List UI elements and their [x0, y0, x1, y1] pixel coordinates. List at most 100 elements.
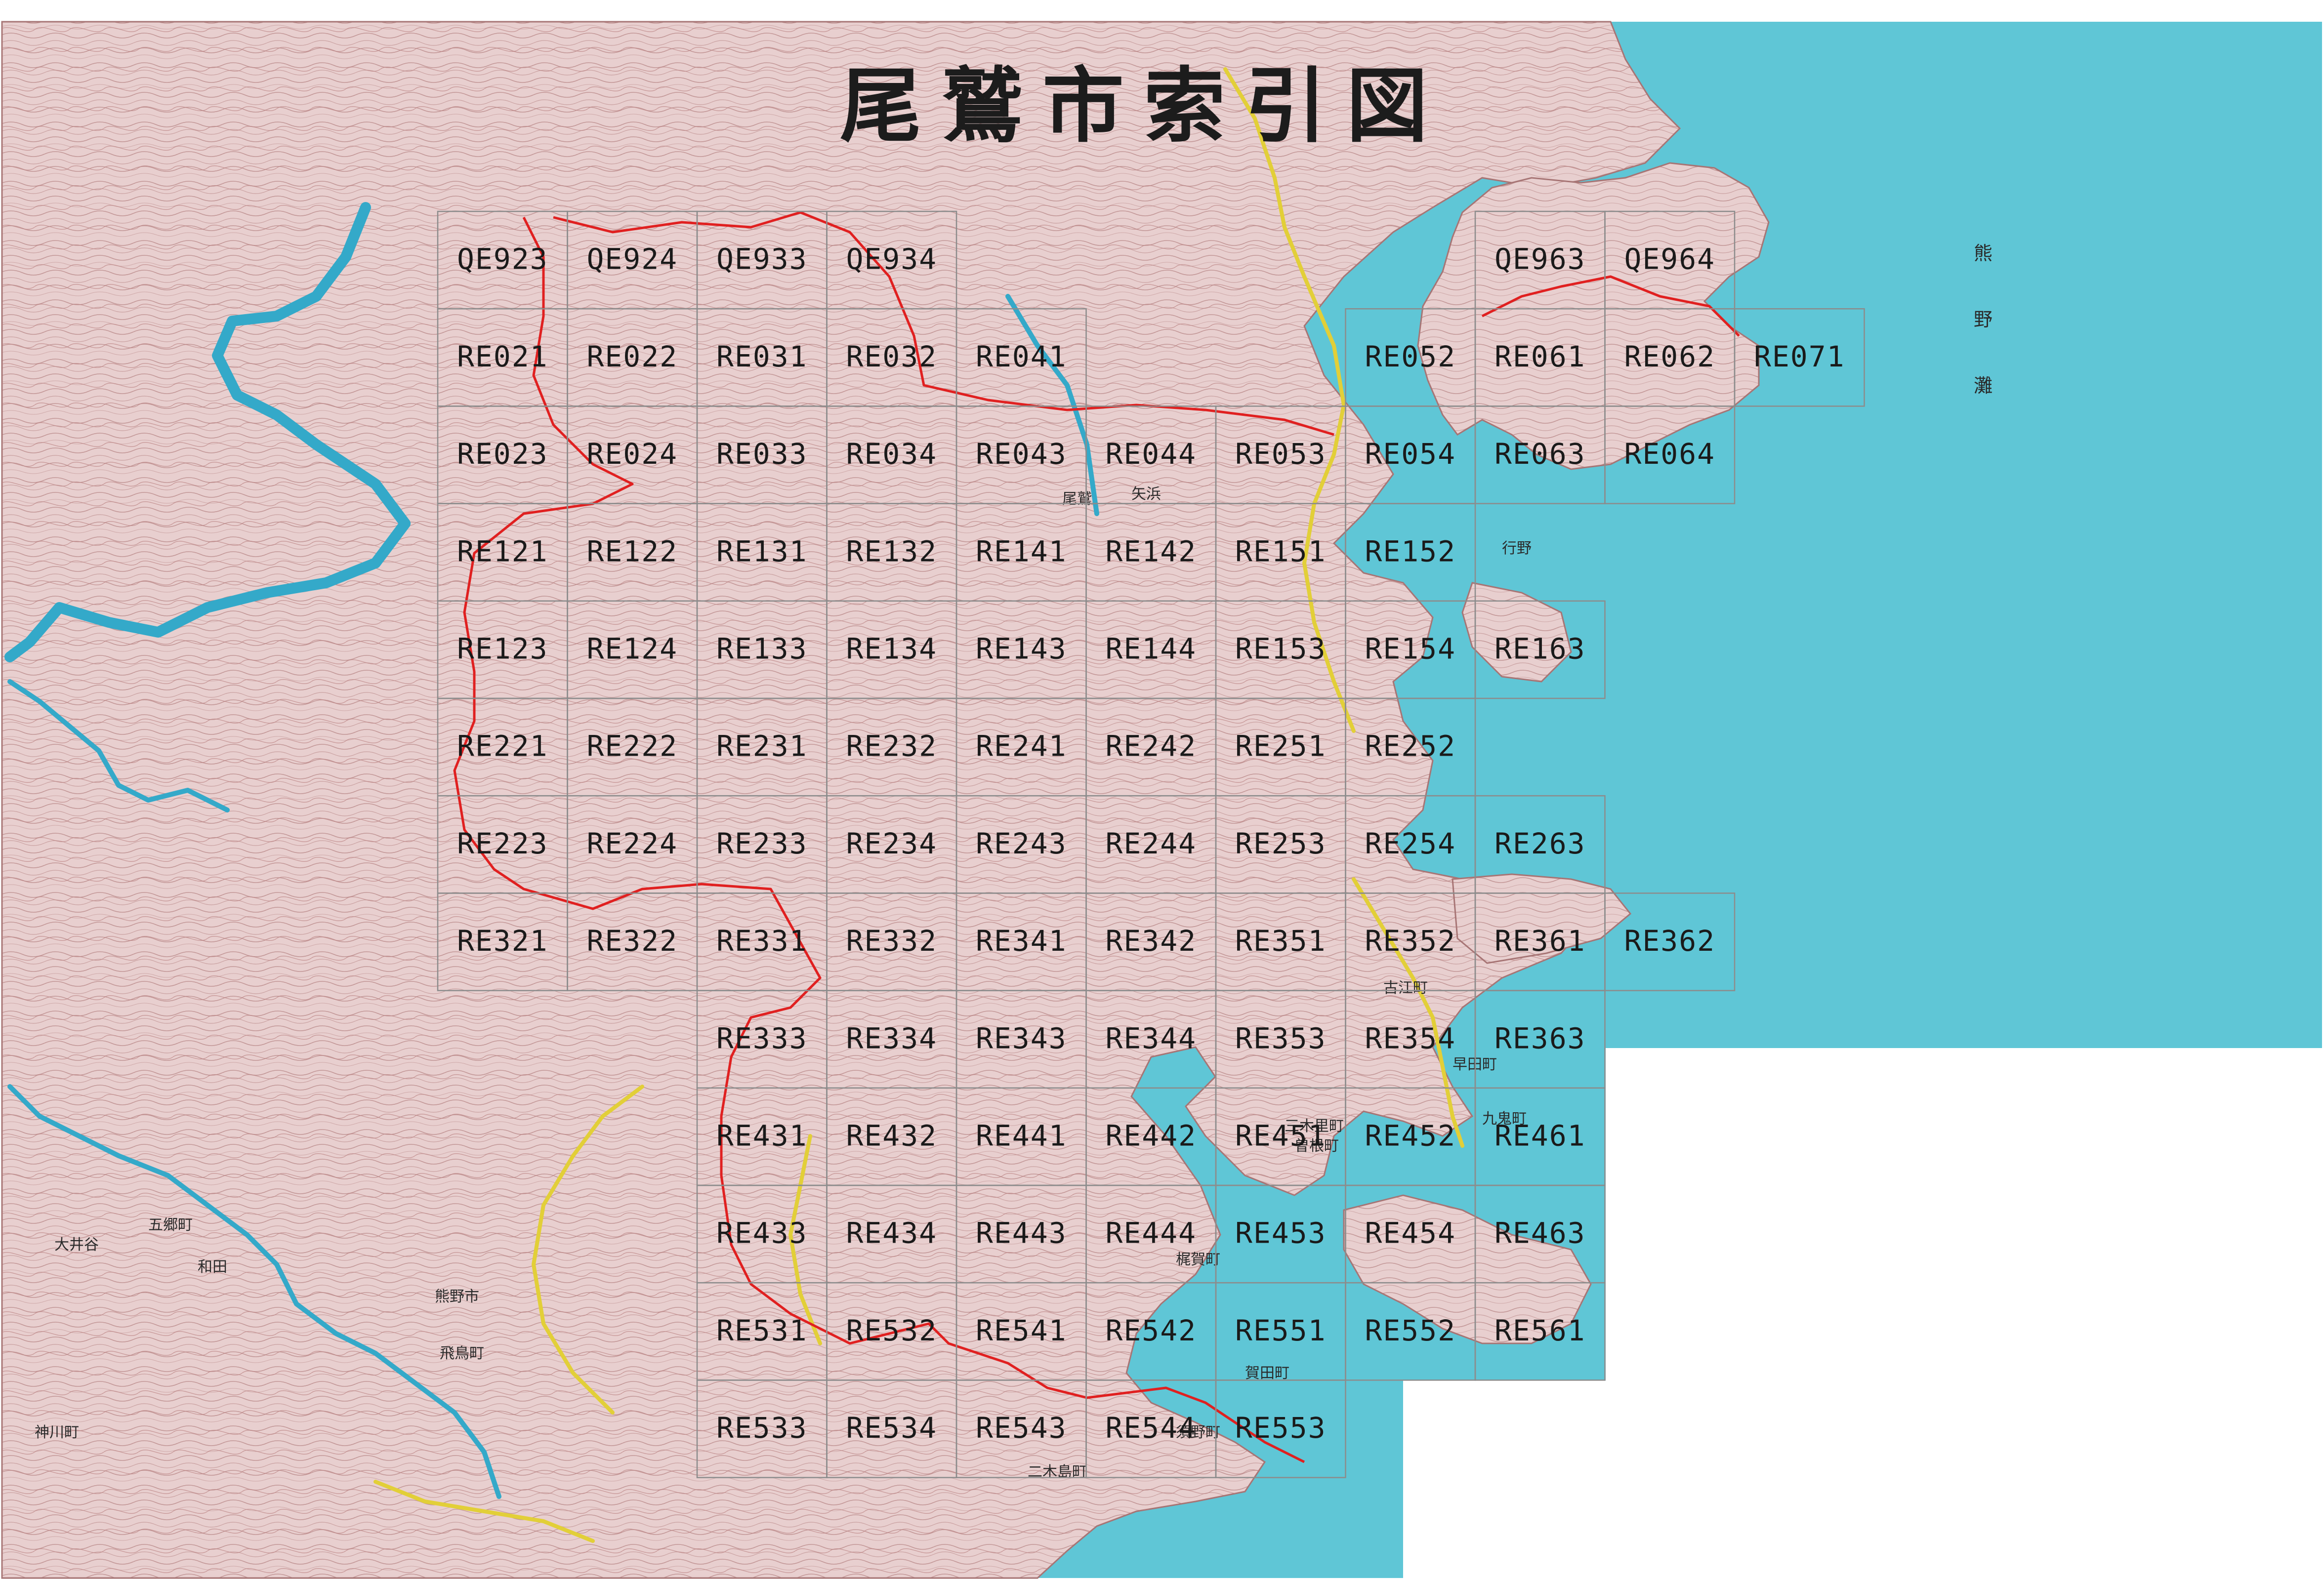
sheet-label[interactable]: RE151: [1235, 534, 1327, 568]
sheet-re534[interactable]: RE534: [826, 1379, 957, 1478]
sheet-re442[interactable]: RE442: [1085, 1087, 1217, 1186]
sheet-label[interactable]: RE134: [846, 632, 937, 666]
sheet-re343[interactable]: RE343: [955, 990, 1087, 1089]
sheet-label[interactable]: RE022: [586, 340, 678, 373]
sheet-label[interactable]: QE933: [716, 243, 808, 276]
sheet-label[interactable]: QE924: [586, 243, 678, 276]
sheet-label[interactable]: RE242: [1105, 729, 1197, 763]
sheet-re064[interactable]: RE064: [1604, 405, 1736, 504]
sheet-label[interactable]: RE043: [976, 437, 1067, 471]
sheet-label[interactable]: RE241: [976, 729, 1067, 763]
sheet-label[interactable]: RE053: [1235, 437, 1327, 471]
sheet-label[interactable]: RE553: [1235, 1411, 1327, 1445]
sheet-re432[interactable]: RE432: [826, 1087, 957, 1186]
sheet-re433[interactable]: RE433: [696, 1184, 828, 1284]
sheet-re033[interactable]: RE033: [696, 405, 828, 504]
sheet-re221[interactable]: RE221: [437, 697, 568, 797]
sheet-label[interactable]: RE543: [976, 1411, 1067, 1445]
sheet-re152[interactable]: RE152: [1345, 503, 1476, 602]
sheet-re452[interactable]: RE452: [1345, 1087, 1476, 1186]
sheet-label[interactable]: RE263: [1494, 827, 1586, 860]
sheet-re124[interactable]: RE124: [567, 600, 698, 699]
sheet-re334[interactable]: RE334: [826, 990, 957, 1089]
sheet-label[interactable]: RE552: [1365, 1314, 1456, 1347]
sheet-re232[interactable]: RE232: [826, 697, 957, 797]
sheet-label[interactable]: RE121: [457, 534, 548, 568]
sheet-label[interactable]: RE232: [846, 729, 937, 763]
sheet-label[interactable]: RE222: [586, 729, 678, 763]
sheet-re354[interactable]: RE354: [1345, 990, 1476, 1089]
sheet-label[interactable]: RE021: [457, 340, 548, 373]
sheet-qe934[interactable]: QE934: [826, 210, 957, 310]
sheet-re071[interactable]: RE071: [1734, 308, 1865, 407]
sheet-label[interactable]: RE133: [716, 632, 808, 666]
sheet-label[interactable]: RE052: [1365, 340, 1456, 373]
sheet-re224[interactable]: RE224: [567, 795, 698, 894]
sheet-re444[interactable]: RE444: [1085, 1184, 1217, 1284]
sheet-label[interactable]: RE142: [1105, 534, 1197, 568]
sheet-re353[interactable]: RE353: [1215, 990, 1346, 1089]
sheet-label[interactable]: RE463: [1494, 1216, 1586, 1250]
sheet-re543[interactable]: RE543: [955, 1379, 1087, 1478]
sheet-label[interactable]: RE533: [716, 1411, 808, 1445]
sheet-label[interactable]: RE353: [1235, 1021, 1327, 1055]
sheet-re032[interactable]: RE032: [826, 308, 957, 407]
sheet-label[interactable]: RE231: [716, 729, 808, 763]
sheet-re333[interactable]: RE333: [696, 990, 828, 1089]
sheet-label[interactable]: RE141: [976, 534, 1067, 568]
sheet-label[interactable]: RE152: [1365, 534, 1456, 568]
sheet-re361[interactable]: RE361: [1474, 892, 1606, 991]
sheet-label[interactable]: RE131: [716, 534, 808, 568]
sheet-label[interactable]: RE532: [846, 1314, 937, 1347]
sheet-label[interactable]: RE154: [1365, 632, 1456, 666]
sheet-re053[interactable]: RE053: [1215, 405, 1346, 504]
sheet-label[interactable]: RE431: [716, 1119, 808, 1153]
sheet-re043[interactable]: RE043: [955, 405, 1087, 504]
sheet-label[interactable]: RE444: [1105, 1216, 1197, 1250]
sheet-re332[interactable]: RE332: [826, 892, 957, 991]
sheet-label[interactable]: RE234: [846, 827, 937, 860]
sheet-label[interactable]: RE054: [1365, 437, 1456, 471]
sheet-re253[interactable]: RE253: [1215, 795, 1346, 894]
sheet-re321[interactable]: RE321: [437, 892, 568, 991]
sheet-label[interactable]: RE331: [716, 924, 808, 958]
sheet-label[interactable]: RE542: [1105, 1314, 1197, 1347]
sheet-label[interactable]: RE251: [1235, 729, 1327, 763]
sheet-label[interactable]: RE233: [716, 827, 808, 860]
sheet-label[interactable]: RE143: [976, 632, 1067, 666]
sheet-label[interactable]: RE343: [976, 1021, 1067, 1055]
sheet-re443[interactable]: RE443: [955, 1184, 1087, 1284]
sheet-label[interactable]: RE453: [1235, 1216, 1327, 1250]
sheet-re533[interactable]: RE533: [696, 1379, 828, 1478]
sheet-label[interactable]: RE361: [1494, 924, 1586, 958]
sheet-label[interactable]: RE352: [1365, 924, 1456, 958]
sheet-label[interactable]: RE344: [1105, 1021, 1197, 1055]
sheet-re331[interactable]: RE331: [696, 892, 828, 991]
sheet-qe933[interactable]: QE933: [696, 210, 828, 310]
sheet-re144[interactable]: RE144: [1085, 600, 1217, 699]
sheet-qe923[interactable]: QE923: [437, 210, 568, 310]
sheet-label[interactable]: RE321: [457, 924, 548, 958]
sheet-re542[interactable]: RE542: [1085, 1282, 1217, 1381]
sheet-label[interactable]: QE923: [457, 243, 548, 276]
sheet-label[interactable]: RE033: [716, 437, 808, 471]
sheet-label[interactable]: RE252: [1365, 729, 1456, 763]
sheet-re054[interactable]: RE054: [1345, 405, 1476, 504]
sheet-re023[interactable]: RE023: [437, 405, 568, 504]
sheet-label[interactable]: RE561: [1494, 1314, 1586, 1347]
sheet-label[interactable]: RE333: [716, 1021, 808, 1055]
sheet-label[interactable]: RE341: [976, 924, 1067, 958]
sheet-re344[interactable]: RE344: [1085, 990, 1217, 1089]
sheet-re552[interactable]: RE552: [1345, 1282, 1476, 1381]
sheet-re363[interactable]: RE363: [1474, 990, 1606, 1089]
sheet-re222[interactable]: RE222: [567, 697, 698, 797]
sheet-label[interactable]: RE122: [586, 534, 678, 568]
sheet-label[interactable]: RE063: [1494, 437, 1586, 471]
sheet-label[interactable]: RE442: [1105, 1119, 1197, 1153]
sheet-label[interactable]: RE223: [457, 827, 548, 860]
sheet-re252[interactable]: RE252: [1345, 697, 1476, 797]
sheet-re141[interactable]: RE141: [955, 503, 1087, 602]
sheet-re131[interactable]: RE131: [696, 503, 828, 602]
sheet-re242[interactable]: RE242: [1085, 697, 1217, 797]
sheet-re434[interactable]: RE434: [826, 1184, 957, 1284]
